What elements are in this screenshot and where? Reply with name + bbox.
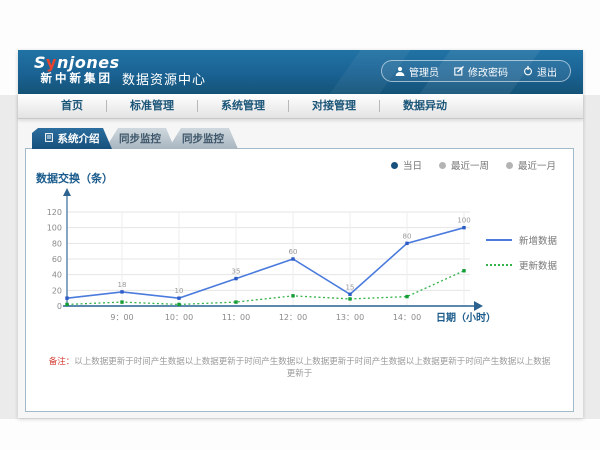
nav-item-system-mgmt[interactable]: 系统管理: [198, 94, 288, 118]
svg-text:40: 40: [52, 271, 62, 280]
app-title: 数据资源中心: [122, 69, 206, 88]
user-icon: [395, 66, 405, 76]
tab-bar: 系统介绍 同步监控 同步监控: [32, 128, 238, 149]
svg-text:20: 20: [52, 286, 62, 295]
dotted-line-icon: [486, 264, 512, 266]
svg-text:80: 80: [403, 232, 412, 240]
svg-text:120: 120: [47, 208, 62, 217]
document-icon: [45, 133, 53, 145]
svg-text:10：00: 10：00: [165, 313, 193, 322]
radio-last-week[interactable]: 最近一周: [439, 158, 489, 172]
radio-icon: [439, 162, 446, 169]
note-label: 备注：: [49, 357, 75, 367]
svg-text:11：00: 11：00: [222, 313, 250, 322]
logout-button[interactable]: 退出: [523, 64, 557, 79]
svg-text:100: 100: [457, 217, 470, 225]
company-logo: Synjones 新中新集团: [34, 54, 120, 84]
chart-legend: 新增数据 更新数据: [486, 233, 557, 272]
main-nav: 首页 标准管理 系统管理 对接管理 数据异动: [18, 94, 583, 119]
radio-today[interactable]: 当日: [391, 158, 422, 172]
radio-selected-icon: [391, 162, 398, 169]
y-axis-title: 数据交换（条）: [36, 170, 113, 186]
nav-item-home[interactable]: 首页: [38, 94, 106, 118]
content-panel: 当日 最近一周 最近一月 数据交换（条） 0 20 40 60 80 100 120 9：00…: [25, 148, 574, 412]
nav-item-standard-mgmt[interactable]: 标准管理: [107, 94, 197, 118]
screen: Synjones 新中新集团 数据资源中心 管理员 修改密码: [0, 0, 600, 450]
svg-text:日期（小时）: 日期（小时）: [436, 311, 496, 324]
solid-line-icon: [486, 239, 512, 241]
app-header: Synjones 新中新集团 数据资源中心 管理员 修改密码: [18, 50, 583, 94]
power-icon: [523, 66, 533, 76]
tab-sync-monitor-2[interactable]: 同步监控: [168, 128, 238, 149]
logo-accent-letter: y: [46, 53, 57, 72]
company-name: 新中新集团: [34, 72, 120, 85]
svg-text:80: 80: [52, 239, 62, 248]
nav-item-data-change[interactable]: 数据异动: [380, 94, 470, 118]
svg-text:15: 15: [346, 283, 355, 291]
radio-last-month[interactable]: 最近一月: [506, 158, 556, 172]
tab-system-intro[interactable]: 系统介绍: [32, 128, 112, 149]
line-chart: 0 20 40 60 80 100 120 9：00 10：00 11：00 12：00 13：00 1…: [29, 187, 499, 337]
svg-text:12：00: 12：00: [279, 313, 307, 322]
radio-icon: [506, 162, 513, 169]
svg-text:13：00: 13：00: [336, 313, 364, 322]
current-user[interactable]: 管理员: [395, 64, 439, 79]
tab-sync-monitor-1[interactable]: 同步监控: [105, 128, 175, 149]
svg-text:60: 60: [52, 255, 62, 264]
svg-text:18: 18: [118, 281, 127, 289]
svg-text:10: 10: [175, 287, 184, 295]
svg-text:35: 35: [232, 268, 241, 276]
svg-text:9：00: 9：00: [110, 313, 133, 322]
svg-text:60: 60: [289, 248, 298, 256]
svg-text:14：00: 14：00: [393, 313, 421, 322]
legend-update-data: 更新数据: [486, 258, 557, 272]
edit-icon: [454, 66, 464, 76]
legend-new-data: 新增数据: [486, 233, 557, 247]
site-window: Synjones 新中新集团 数据资源中心 管理员 修改密码: [18, 50, 583, 418]
svg-text:0: 0: [57, 302, 62, 311]
time-range-filter: 当日 最近一周 最近一月: [391, 158, 556, 172]
user-toolbar: 管理员 修改密码 退出: [381, 60, 571, 82]
change-password-button[interactable]: 修改密码: [454, 64, 508, 79]
nav-item-interface-mgmt[interactable]: 对接管理: [289, 94, 379, 118]
footer-note: 备注：以上数据更新于时间产生数据以上数据更新于时间产生数据以上数据更新于时间产生…: [48, 357, 551, 381]
svg-text:100: 100: [47, 224, 62, 233]
